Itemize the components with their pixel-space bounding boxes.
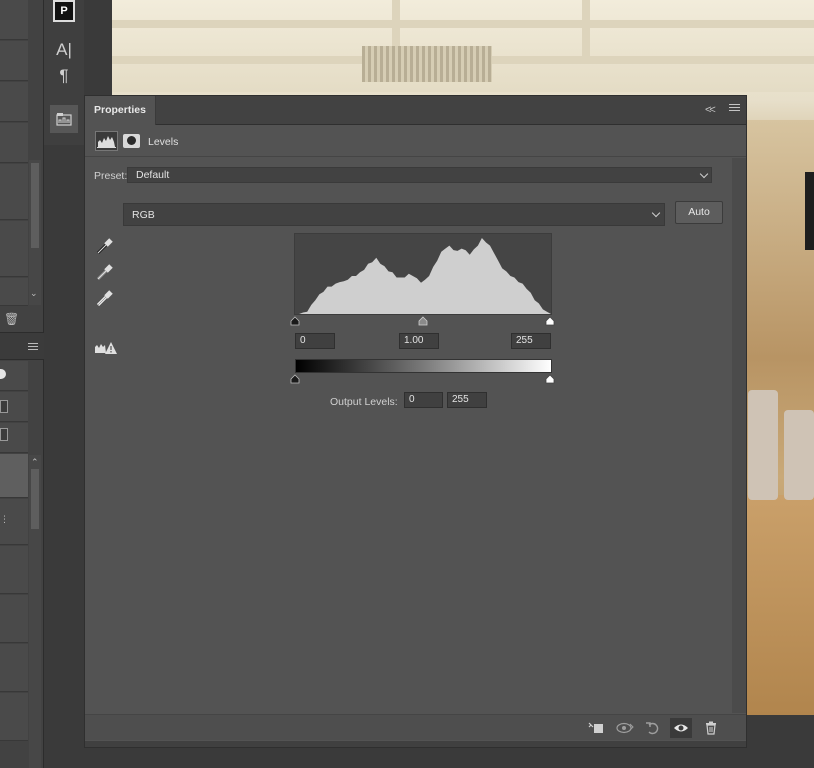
properties-panel: Properties << Levels Preset: Default RGB… <box>84 95 747 748</box>
view-previous-state-icon[interactable] <box>614 718 636 738</box>
input-white-slider[interactable] <box>545 316 555 326</box>
auto-button[interactable]: Auto <box>675 201 723 224</box>
chevron-down-icon <box>651 208 661 218</box>
list-item[interactable] <box>0 546 28 594</box>
adjustment-header: Levels <box>85 126 746 157</box>
output-levels-label: Output Levels: <box>330 396 398 408</box>
layer-row[interactable] <box>0 221 28 277</box>
list-item[interactable] <box>0 595 28 643</box>
histogram-icon[interactable] <box>95 131 118 151</box>
output-black-field[interactable]: 0 <box>404 392 443 408</box>
list-item[interactable] <box>0 693 28 741</box>
scroll-up-icon[interactable]: ⌃ <box>31 457 39 468</box>
adjustment-title: Levels <box>148 136 179 148</box>
histogram-area <box>295 238 551 314</box>
panel-bottom-edge <box>85 741 746 747</box>
layer-row[interactable] <box>0 41 28 81</box>
input-white-field[interactable]: 255 <box>511 333 551 349</box>
reset-icon[interactable] <box>642 718 664 738</box>
channel-dropdown[interactable]: RGB <box>123 203 665 226</box>
gray-point-eyedropper-icon[interactable] <box>95 262 115 282</box>
checkbox[interactable] <box>0 400 8 413</box>
scroll-down-icon[interactable]: ⌄ <box>30 288 38 299</box>
visibility-eye-icon[interactable] <box>670 718 692 738</box>
character-icon[interactable]: A| <box>52 38 76 62</box>
input-gamma-field[interactable]: 1.00 <box>399 333 439 349</box>
trash-icon[interactable]: 🗑 <box>4 312 19 326</box>
panel-scrollbar[interactable] <box>732 158 746 713</box>
layers-panel-strip: ⌄ 🗑 ⋮ ⌃ <box>0 0 44 768</box>
input-black-field[interactable]: 0 <box>295 333 335 349</box>
histogram-display <box>294 233 552 315</box>
tab-properties[interactable]: Properties <box>85 96 156 125</box>
black-point-eyedropper-icon[interactable] <box>95 236 115 256</box>
chevron-down-icon <box>699 169 709 179</box>
more-icon: ⋮ <box>0 514 9 524</box>
panel-footer <box>85 714 746 740</box>
channel-value: RGB <box>132 209 155 221</box>
preset-label: Preset: <box>94 170 128 182</box>
panel-header <box>0 332 44 360</box>
preset-value: Default <box>136 169 170 181</box>
mask-icon[interactable] <box>123 134 140 148</box>
panel-tabbar: Properties << <box>85 96 746 125</box>
tool-column: P A| ¶ <box>44 0 84 145</box>
output-gradient-bar <box>295 359 552 373</box>
checkbox[interactable] <box>0 428 8 441</box>
input-black-slider[interactable] <box>290 316 300 326</box>
histogram-graph <box>295 238 551 314</box>
output-white-slider[interactable] <box>545 374 555 384</box>
clip-to-layer-icon[interactable] <box>585 718 607 738</box>
list-item[interactable] <box>0 644 28 692</box>
output-black-slider[interactable] <box>290 374 300 384</box>
list-item-selected[interactable] <box>0 454 28 498</box>
output-white-field[interactable]: 255 <box>447 392 487 408</box>
input-gamma-slider[interactable] <box>418 316 428 326</box>
white-point-eyedropper-icon[interactable] <box>95 288 115 308</box>
clipping-warning-icon[interactable] <box>94 341 118 355</box>
list-scrollbar[interactable] <box>29 455 41 768</box>
layers-scrollbar[interactable] <box>29 160 41 305</box>
paragraph-icon[interactable]: ¶ <box>52 64 76 88</box>
paragraph-styles-icon[interactable]: P <box>53 0 75 22</box>
properties-panel-icon[interactable] <box>50 105 78 133</box>
panel-menu-icon[interactable] <box>729 104 740 113</box>
layer-row[interactable] <box>0 164 28 220</box>
layer-row[interactable] <box>0 278 28 306</box>
layer-row[interactable] <box>0 0 28 40</box>
trash-icon[interactable] <box>700 718 722 738</box>
preset-dropdown[interactable]: Default <box>127 167 712 183</box>
menu-icon[interactable] <box>28 343 38 351</box>
layer-row[interactable] <box>0 123 28 163</box>
layer-row[interactable] <box>0 82 28 122</box>
collapse-panel-icon[interactable]: << <box>705 104 716 116</box>
